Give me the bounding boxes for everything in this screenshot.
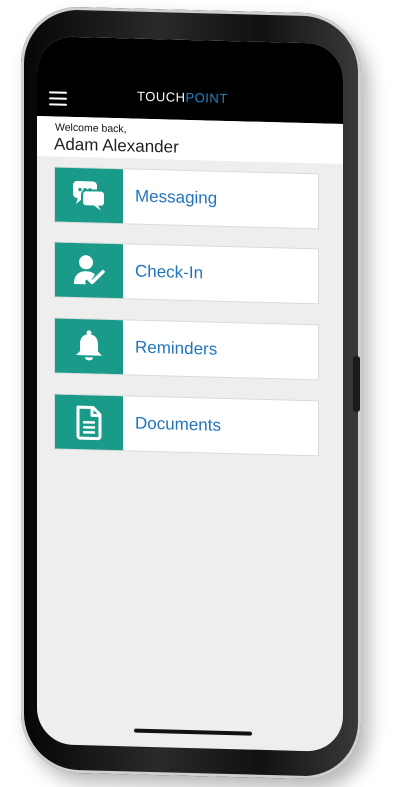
hamburger-menu-icon[interactable] <box>49 91 67 106</box>
tile-label-messaging: Messaging <box>135 186 218 208</box>
tile-label-check-in: Check-In <box>135 261 204 283</box>
app-brand-logo: TOUCHPOINT <box>137 89 228 106</box>
phone-side-button <box>353 356 360 412</box>
tile-reminders[interactable]: Reminders <box>54 317 319 381</box>
welcome-banner: Welcome back, Adam Alexander <box>37 115 343 165</box>
app-screen: TOUCHPOINT Welcome back, Adam Alexander … <box>37 35 343 753</box>
tile-label-reminders: Reminders <box>135 337 218 359</box>
home-indicator[interactable] <box>134 728 252 736</box>
top-bar: TOUCHPOINT <box>37 35 343 125</box>
document-icon <box>55 394 123 451</box>
welcome-greeting: Welcome back, <box>55 121 127 136</box>
user-name: Adam Alexander <box>54 134 179 157</box>
tile-check-in[interactable]: Check-In <box>54 241 319 305</box>
brand-part-touch: TOUCH <box>137 88 186 105</box>
brand-part-point: POINT <box>185 89 228 106</box>
tile-label-documents: Documents <box>135 413 221 435</box>
tile-documents[interactable]: Documents <box>54 393 319 457</box>
chat-bubbles-icon <box>55 167 123 224</box>
tile-messaging[interactable]: Messaging <box>54 166 319 230</box>
user-check-icon <box>55 242 123 299</box>
bell-icon <box>55 318 123 375</box>
